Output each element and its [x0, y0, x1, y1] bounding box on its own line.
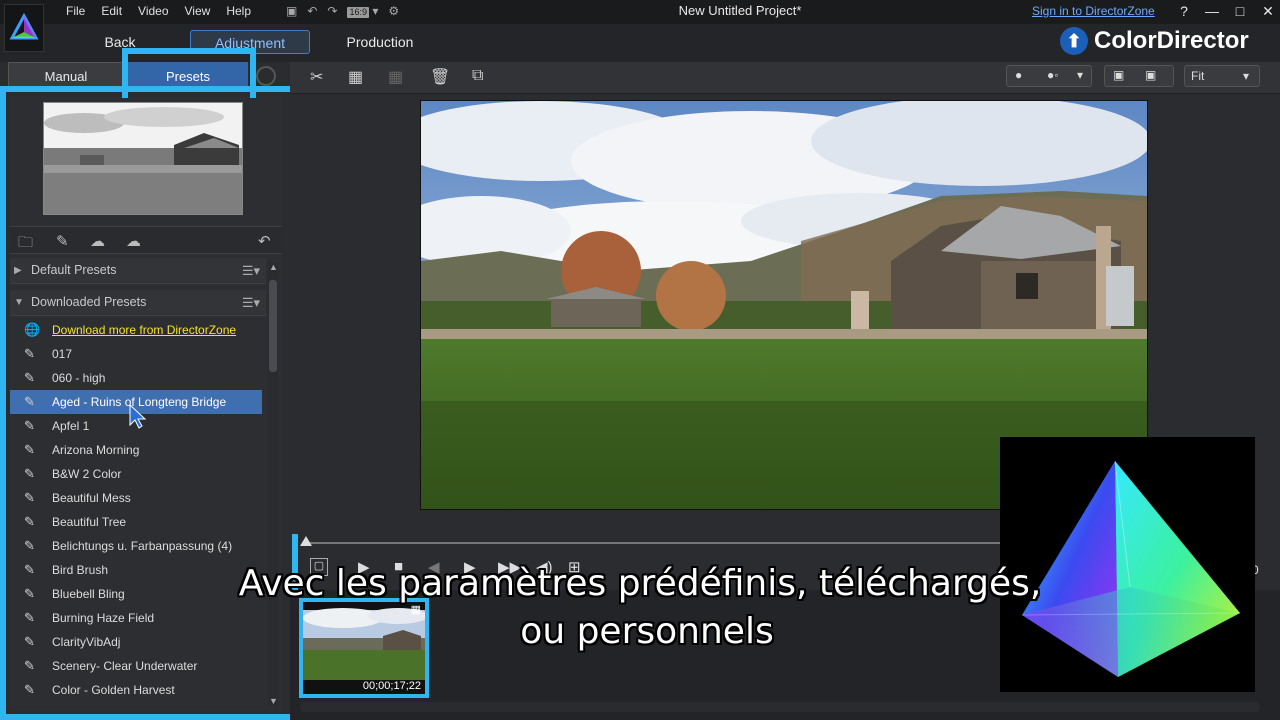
brush-icon: ✎ — [24, 394, 35, 409]
preset-label: Arizona Morning — [52, 443, 140, 457]
group-label: Default Presets — [31, 263, 117, 277]
maximize-button[interactable]: □ — [1226, 2, 1254, 20]
chevron-down-icon[interactable]: ▾ — [1077, 68, 1083, 82]
scrubber-track — [304, 542, 1004, 544]
list-item[interactable]: ✎ Scenery- Clear Underwater — [10, 654, 262, 678]
download-preset-icon[interactable]: ☁ — [126, 232, 141, 250]
preset-label: Color - Golden Harvest — [52, 683, 175, 697]
mouse-cursor-icon — [129, 404, 147, 429]
group-default-presets[interactable]: ▶ Default Presets ☰▾ — [10, 258, 266, 284]
film-trim-icon[interactable]: ▦ — [388, 67, 403, 87]
preset-label: B&W 2 Color — [52, 467, 122, 481]
list-item[interactable]: ✎ Arizona Morning — [10, 438, 262, 462]
list-item[interactable]: ✎ Belichtungs u. Farbanpassung (4) — [10, 534, 262, 558]
brush-icon: ✎ — [24, 370, 35, 385]
history-icon[interactable] — [256, 66, 276, 86]
list-item[interactable]: ✎ 060 - high — [10, 366, 262, 390]
subtitle-line-2: ou personnels — [520, 611, 774, 652]
list-item[interactable]: ✎ Beautiful Tree — [10, 510, 262, 534]
tab-production[interactable]: Production — [340, 30, 420, 54]
collapse-arrow-icon: ▼ — [14, 297, 24, 308]
download-more-link[interactable]: 🌐 Download more from DirectorZone — [10, 318, 262, 342]
chevron-down-icon: ▾ — [1243, 69, 1250, 83]
minimize-button[interactable]: — — [1198, 2, 1226, 20]
split-scissors-icon[interactable]: ✂ — [310, 67, 323, 87]
list-item[interactable]: ✎ 017 — [10, 342, 262, 366]
image-compare-icon[interactable]: ▣ — [1113, 68, 1124, 82]
list-item[interactable]: ✎ B&W 2 Color — [10, 462, 262, 486]
add-preset-icon[interactable]: ✎ — [56, 232, 69, 250]
brush-icon: ✎ — [24, 442, 35, 457]
group-downloaded-presets[interactable]: ▼ Downloaded Presets ☰▾ — [10, 290, 266, 316]
preset-label: 017 — [52, 347, 73, 361]
colordirector-window: File Edit Video View Help ▣ ↶ ↷ 16:9 ▾ ⚙… — [0, 0, 1280, 720]
brand-logo: ⬆ ColorDirector — [1060, 26, 1249, 56]
group-menu-icon[interactable]: ☰▾ — [242, 295, 260, 311]
preset-toolbar: 🗀 ✎ ☁ ☁ ↶ — [10, 226, 282, 254]
brush-icon: ✎ — [24, 418, 35, 433]
preset-label: Belichtungs u. Farbanpassung (4) — [52, 539, 233, 553]
help-button[interactable]: ? — [1170, 2, 1198, 20]
expand-arrow-icon: ▶ — [14, 265, 22, 276]
scroll-up-icon[interactable]: ▲ — [269, 262, 278, 272]
title-bar: File Edit Video View Help ▣ ↶ ↷ 16:9 ▾ ⚙… — [0, 0, 1280, 24]
brush-icon: ✎ — [24, 514, 35, 529]
scrubber-handle[interactable] — [300, 536, 312, 546]
globe-icon: 🌐 — [24, 322, 41, 337]
upload-preset-icon[interactable]: ☁ — [90, 232, 105, 250]
preset-preview-thumbnail — [43, 102, 243, 215]
brush-icon: ✎ — [24, 658, 35, 673]
import-folder-icon[interactable]: 🗀 — [18, 232, 33, 257]
preset-label: Beautiful Tree — [52, 515, 127, 529]
delete-trash-icon[interactable]: 🗑 — [430, 67, 450, 87]
zoom-fit-dropdown[interactable]: Fit ▾ — [1184, 65, 1260, 87]
preset-label: Scenery- Clear Underwater — [52, 659, 198, 673]
crop-rotate-icon[interactable]: ⧉ — [472, 67, 483, 85]
film-strip-icon[interactable]: ▦ — [348, 67, 363, 87]
tab-presets[interactable]: Presets — [128, 62, 248, 92]
group-label: Downloaded Presets — [31, 295, 147, 309]
scroll-thumb[interactable] — [269, 280, 277, 372]
zoom-value: Fit — [1191, 69, 1205, 83]
close-button[interactable]: ✕ — [1254, 2, 1280, 20]
download-more-label: Download more from DirectorZone — [52, 323, 237, 337]
brush-icon: ✎ — [24, 346, 35, 361]
list-item[interactable]: ✎ Beautiful Mess — [10, 486, 262, 510]
brand-arrow-icon: ⬆ — [1060, 27, 1088, 55]
app-logo-icon[interactable] — [4, 4, 44, 52]
brush-icon: ✎ — [24, 466, 35, 481]
mode-bar: Back Adjustment Production ⬆ ColorDirect… — [0, 24, 1280, 62]
sign-in-link[interactable]: Sign in to DirectorZone — [1032, 4, 1155, 18]
group-menu-icon[interactable]: ☰▾ — [242, 263, 260, 279]
list-item[interactable]: ✎ Color - Golden Harvest — [10, 678, 262, 702]
scroll-down-icon[interactable]: ▼ — [269, 696, 278, 706]
preset-label: Beautiful Mess — [52, 491, 131, 505]
compare-mode-selector[interactable]: ● ●◦ ▾ — [1006, 65, 1092, 87]
image-icon[interactable]: ▣ — [1145, 68, 1156, 82]
split-view-icon[interactable]: ●◦ — [1047, 68, 1059, 82]
clip-timecode: 00;00;17;22 — [362, 680, 421, 692]
subtitle-line-1: Avec les paramètres prédéfinis, téléchar… — [238, 563, 1042, 604]
timeline-horizontal-scrollbar[interactable] — [300, 702, 1260, 712]
brush-icon: ✎ — [24, 682, 35, 697]
subtitle-caption: Avec les paramètres prédéfinis, téléchar… — [0, 560, 1280, 656]
preset-label: Apfel 1 — [52, 419, 90, 433]
brush-icon: ✎ — [24, 490, 35, 505]
brush-icon: ✎ — [24, 538, 35, 553]
before-after-toggle[interactable]: ▣ ▣ — [1104, 65, 1174, 87]
reset-icon[interactable]: ↶ — [258, 232, 271, 250]
window-controls: ? — □ ✕ — [1170, 2, 1280, 20]
brand-name: ColorDirector — [1094, 27, 1249, 54]
tab-adjustment[interactable]: Adjustment — [190, 30, 310, 54]
back-button[interactable]: Back — [96, 30, 144, 54]
tab-manual[interactable]: Manual — [8, 62, 124, 92]
preset-label: 060 - high — [52, 371, 106, 385]
single-view-icon[interactable]: ● — [1015, 68, 1022, 82]
